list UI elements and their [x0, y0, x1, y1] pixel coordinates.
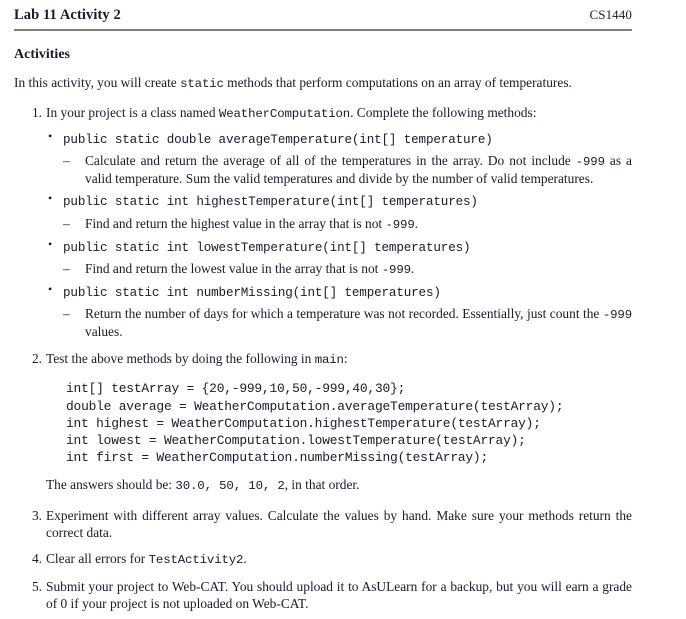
item-2-code-main: main [314, 352, 344, 367]
list-item-4: 4. Clear all errors for TestActivity2. [0, 550, 632, 569]
method-detail-lowest: – Find and return the lowest value in the… [63, 260, 632, 278]
detail-code-sentinel: -999 [385, 217, 415, 232]
method-detail-highest: – Find and return the highest value in th… [63, 215, 632, 233]
detail-code-sentinel: -999 [575, 154, 605, 169]
method-item-highest: • public static int highestTemperature(i… [46, 191, 632, 233]
section-heading-activities: Activities [14, 47, 70, 62]
item-number-5: 5. [31, 579, 42, 595]
bullet-icon: • [48, 128, 53, 143]
item-3-text: Experiment with different array values. … [46, 508, 632, 541]
detail-text-a: Find and return the highest value in the… [85, 215, 386, 231]
detail-text-b: . [410, 260, 415, 276]
activities-list: 1. In your project is a class named Weat… [0, 104, 686, 369]
dash-icon: – [63, 260, 70, 276]
detail-text-b: . [414, 215, 418, 231]
method-detail-list-average: – Calculate and return the average of all… [63, 152, 632, 188]
method-signature-number-missing: public static int numberMissing(int[] te… [63, 285, 441, 300]
item-number-3: 3. [31, 508, 42, 524]
header-divider [14, 29, 632, 31]
item-1-text-before: In your project is a class named [46, 104, 219, 120]
detail-text-a: Calculate and return the average of all … [85, 152, 576, 168]
item-4-text-before: Clear all errors for [46, 551, 149, 567]
document-header: Lab 11 Activity 2 CS1440 [0, 0, 686, 24]
code-line: int highest = WeatherComputation.highest… [66, 415, 541, 431]
code-line: int[] testArray = {20,-999,10,50,-999,40… [66, 381, 406, 397]
method-detail-average: – Calculate and return the average of all… [63, 152, 632, 188]
item-number-4: 4. [31, 551, 42, 567]
item-2-text-after: : [343, 350, 348, 366]
activities-list-continued: 3. Experiment with different array value… [0, 507, 686, 613]
intro-code-static: static [180, 77, 224, 91]
answers-text-after: , in that order. [284, 477, 360, 493]
expected-answers: The answers should be: 30.0, 50, 10, 2, … [46, 476, 632, 495]
item-2-text-before: Test the above methods by doing the foll… [46, 350, 315, 366]
method-detail-number-missing: – Return the number of days for which a t… [63, 305, 632, 341]
code-line: double average = WeatherComputation.aver… [66, 398, 564, 414]
intro-text-before: In this activity, you will create [14, 75, 181, 90]
item-4-code-test-activity: TestActivity2 [148, 553, 244, 568]
detail-text-a: Find and return the lowest value in the … [85, 260, 382, 276]
test-code-block: int[] testArray = {20,-999,10,50,-999,40… [66, 380, 686, 466]
item-5-text: Submit your project to Web-CAT. You shou… [46, 579, 632, 612]
method-detail-list-lowest: – Find and return the lowest value in the… [63, 260, 632, 278]
detail-code-sentinel: -999 [602, 307, 632, 322]
dash-icon: – [63, 305, 70, 321]
item-number-1: 1. [31, 104, 42, 120]
method-signature-lowest: public static int lowestTemperature(int[… [63, 240, 471, 255]
method-signature-highest: public static int highestTemperature(int… [63, 195, 478, 210]
intro-paragraph: In this activity, you will create static… [14, 74, 632, 93]
method-item-number-missing: • public static int numberMissing(int[] … [46, 281, 632, 341]
list-item-2: 2. Test the above methods by doing the f… [0, 350, 632, 369]
detail-text-b: values. [85, 324, 123, 340]
methods-list: • public static double averageTemperatur… [46, 128, 632, 341]
detail-code-sentinel: -999 [381, 262, 411, 277]
method-item-lowest: • public static int lowestTemperature(in… [46, 236, 632, 278]
list-item-3: 3. Experiment with different array value… [0, 507, 632, 541]
bullet-icon: • [48, 236, 53, 251]
page-title: Lab 11 Activity 2 [14, 7, 121, 23]
list-item-5: 5. Submit your project to Web-CAT. You s… [0, 578, 632, 612]
item-1-text-after: . Complete the following methods: [350, 104, 537, 120]
code-line: int first = WeatherComputation.numberMis… [66, 450, 488, 466]
code-line: int lowest = WeatherComputation.lowestTe… [66, 432, 526, 448]
bullet-icon: • [48, 191, 53, 206]
method-signature-average: public static double averageTemperature(… [63, 132, 493, 147]
answers-text-before: The answers should be: [46, 477, 176, 493]
answers-values: 30.0, 50, 10, 2 [175, 479, 285, 494]
detail-text-a: Return the number of days for which a te… [85, 305, 603, 321]
method-detail-list-number-missing: – Return the number of days for which a t… [63, 305, 632, 341]
course-code: CS1440 [589, 7, 632, 22]
method-item-average: • public static double averageTemperatur… [46, 128, 632, 188]
item-4-text-after: . [243, 551, 247, 567]
document-page: Lab 11 Activity 2 CS1440 Activities In t… [0, 0, 686, 619]
dash-icon: – [63, 215, 70, 231]
dash-icon: – [63, 152, 70, 168]
item-1-class-name: WeatherComputation [218, 106, 351, 121]
intro-text-after: methods that perform computations on an … [223, 75, 572, 90]
bullet-icon: • [48, 281, 53, 296]
method-detail-list-highest: – Find and return the highest value in th… [63, 215, 632, 233]
list-item-1: 1. In your project is a class named Weat… [0, 104, 632, 341]
item-number-2: 2. [31, 350, 42, 366]
